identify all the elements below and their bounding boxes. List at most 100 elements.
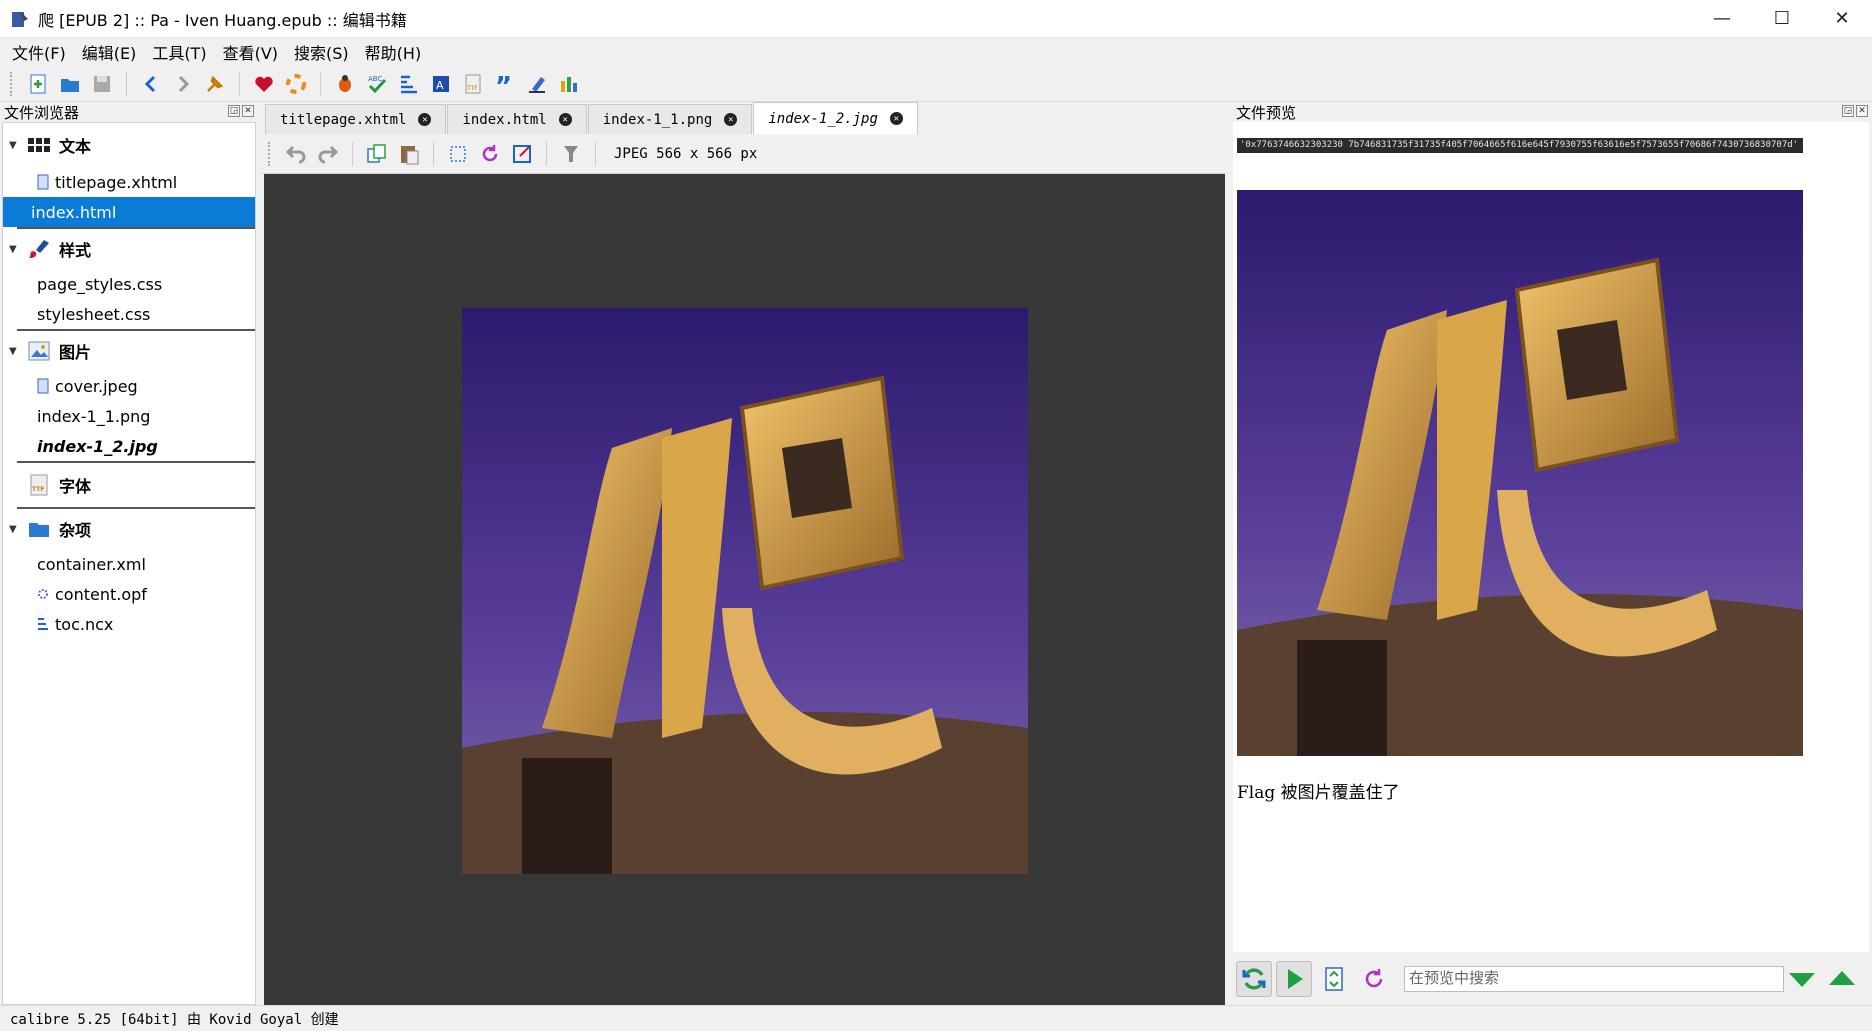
rotate-button[interactable] (477, 141, 503, 167)
menu-search[interactable]: 搜索(S) (286, 40, 357, 64)
tab-index-1-1[interactable]: index-1_1.png ✕ (587, 104, 753, 134)
file-item[interactable]: content.opf (3, 579, 255, 609)
font-file-icon: TTF (465, 74, 481, 93)
copy-button[interactable] (364, 141, 390, 167)
menu-file[interactable]: 文件(F) (4, 40, 74, 64)
title-bar: 爬 [EPUB 2] :: Pa - Iven Huang.epub :: 编辑… (0, 0, 1872, 38)
file-item[interactable]: cover.jpeg (3, 371, 255, 401)
filters-button[interactable] (558, 141, 584, 167)
file-item-current[interactable]: index-1_2.jpg (3, 431, 255, 461)
redo-icon (318, 145, 339, 163)
copy-icon (367, 143, 386, 163)
checkpoint-button[interactable] (202, 71, 228, 97)
reload-preview-button[interactable] (1356, 961, 1392, 997)
toc-button[interactable] (396, 71, 422, 97)
category-label: 文本 (59, 137, 92, 156)
menu-edit[interactable]: 编辑(E) (74, 40, 145, 64)
play-preview-button[interactable] (1276, 960, 1312, 997)
tab-label: index-1_2.jpg (768, 110, 878, 127)
tab-index-1-2[interactable]: index-1_2.jpg ✕ (753, 102, 918, 134)
font-icon: TTF (27, 474, 51, 496)
reload-icon (1365, 968, 1383, 987)
dock-title-bar: 文件预览 ◲ ✕ (1232, 102, 1872, 122)
dictionary-icon: A (433, 75, 449, 92)
undock-button[interactable]: ◲ (1842, 105, 1854, 117)
file-item[interactable]: index-1_1.png (3, 401, 255, 431)
file-name: stylesheet.css (37, 304, 151, 324)
tab-titlepage[interactable]: titlepage.xhtml ✕ (265, 104, 447, 134)
redo-button[interactable] (315, 141, 341, 167)
help-button[interactable] (283, 71, 309, 97)
file-item[interactable]: stylesheet.css (3, 299, 255, 329)
edit-metadata-button[interactable] (524, 71, 550, 97)
close-window-button[interactable]: ✕ (1812, 0, 1872, 38)
file-item[interactable]: toc.ncx (3, 609, 255, 639)
find-previous-button[interactable] (1824, 961, 1860, 997)
paste-button[interactable] (396, 141, 422, 167)
smarten-quotes-button[interactable]: ” (492, 71, 518, 97)
find-next-button[interactable] (1784, 961, 1820, 997)
menu-help[interactable]: 帮助(H) (357, 40, 430, 64)
pa-character-image: 爬 (462, 308, 1028, 874)
close-dock-button[interactable]: ✕ (1856, 105, 1868, 117)
image-canvas[interactable]: 爬 (264, 174, 1225, 1005)
preview-pane[interactable]: '0x7763746632303230 7b746831735f31735f40… (1233, 122, 1869, 952)
bug-icon (339, 74, 351, 92)
spell-check-button[interactable]: ABC (364, 71, 390, 97)
category-styles[interactable]: ▼ 样式 (3, 229, 255, 269)
split-button[interactable] (1316, 961, 1352, 997)
undock-button[interactable]: ◲ (228, 105, 240, 117)
category-images[interactable]: ▼ 图片 (3, 331, 255, 371)
resize-button[interactable] (509, 141, 535, 167)
expand-arrow-icon[interactable]: ▼ (9, 140, 19, 151)
toc-icon (38, 618, 48, 630)
play-icon (1288, 968, 1303, 989)
menu-view[interactable]: 查看(V) (215, 40, 286, 64)
reports-chart-button[interactable] (556, 71, 582, 97)
check-book-button[interactable] (332, 71, 358, 97)
expand-arrow-icon[interactable]: ▼ (9, 524, 19, 535)
close-tab-icon[interactable]: ✕ (558, 113, 572, 126)
category-text[interactable]: ▼ 文本 (3, 123, 255, 167)
close-tab-icon[interactable]: ✕ (724, 113, 738, 126)
open-book-button[interactable] (57, 71, 83, 97)
file-item[interactable]: index.html (3, 197, 255, 227)
preview-search-input[interactable] (1404, 965, 1784, 992)
chevron-right-icon (178, 75, 190, 92)
close-tab-icon[interactable]: ✕ (418, 113, 432, 126)
preview-caption: Flag 被图片覆盖住了 (1237, 783, 1400, 803)
undo-button[interactable] (283, 141, 309, 167)
file-item[interactable]: titlepage.xhtml (3, 167, 255, 197)
pin-icon (207, 75, 224, 92)
fonts-button[interactable]: TTF (460, 71, 486, 97)
tab-index-html[interactable]: index.html ✕ (447, 104, 587, 134)
expand-arrow-icon[interactable]: ▼ (9, 346, 19, 357)
trim-button[interactable] (445, 141, 471, 167)
tab-label: index-1_1.png (602, 111, 713, 128)
document-icon (37, 174, 49, 190)
maximize-button[interactable]: ☐ (1752, 0, 1812, 38)
file-name: index.html (31, 202, 117, 222)
file-item[interactable]: page_styles.css (3, 269, 255, 299)
close-tab-icon[interactable]: ✕ (889, 112, 903, 125)
auto-refresh-button[interactable] (1236, 960, 1272, 997)
back-button[interactable] (138, 71, 164, 97)
donate-button[interactable] (251, 71, 277, 97)
file-preview-dock: 文件预览 ◲ ✕ '0x7763746632303230 7b746831735… (1232, 102, 1872, 1005)
toolbar-separator (320, 71, 321, 96)
category-fonts[interactable]: TTF 字体 (3, 463, 255, 507)
save-button[interactable] (89, 71, 115, 97)
toolbar-handle[interactable] (268, 141, 272, 166)
expand-arrow-icon[interactable]: ▼ (9, 244, 19, 255)
forward-button[interactable] (170, 71, 196, 97)
menu-tools[interactable]: 工具(T) (144, 40, 214, 64)
bar-chart-icon (561, 76, 577, 92)
image-editor-toolbar: JPEG 566 x 566 px (262, 134, 1226, 174)
new-file-button[interactable] (25, 71, 51, 97)
category-misc[interactable]: ▼ 杂项 (3, 509, 255, 549)
toolbar-handle[interactable] (10, 71, 14, 96)
file-item[interactable]: container.xml (3, 549, 255, 579)
close-dock-button[interactable]: ✕ (242, 105, 254, 117)
minimize-button[interactable]: — (1692, 0, 1752, 38)
reports-button[interactable]: A (428, 71, 454, 97)
